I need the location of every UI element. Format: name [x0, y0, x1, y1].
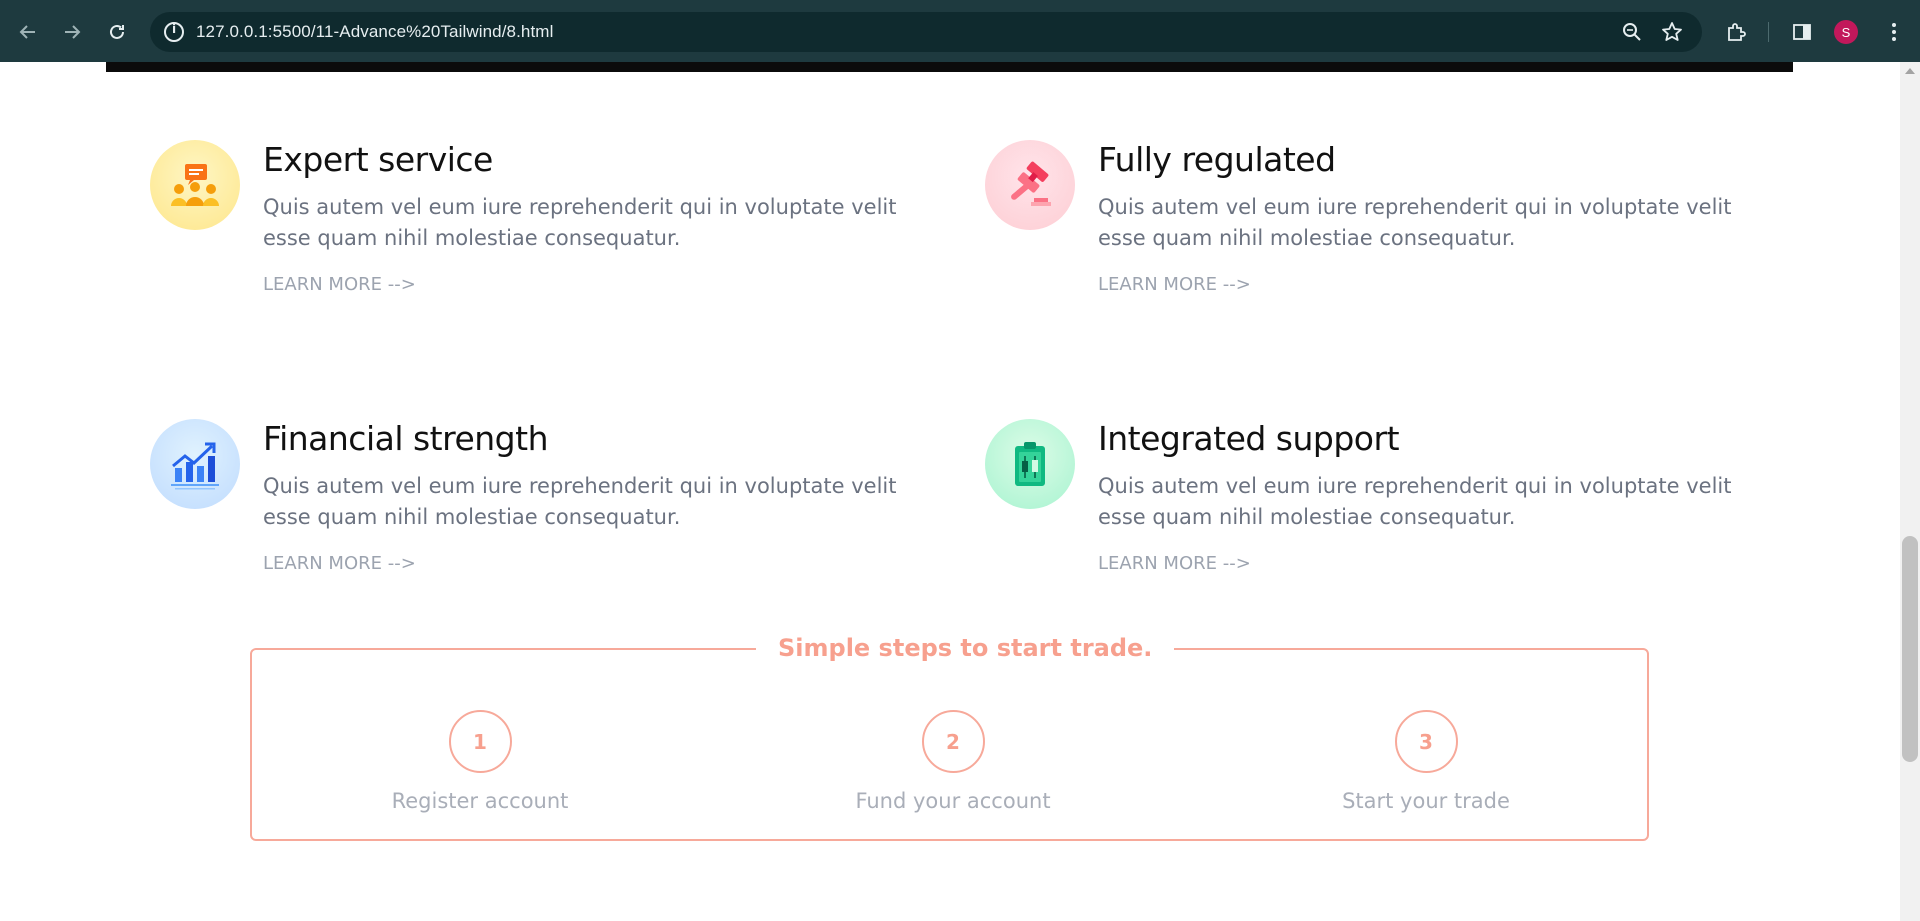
- site-info-icon[interactable]: [164, 22, 184, 42]
- address-bar[interactable]: 127.0.0.1:5500/11-Advance%20Tailwind/8.h…: [150, 12, 1702, 52]
- toolbar-divider: [1768, 22, 1769, 42]
- menu-dots-icon[interactable]: [1880, 18, 1908, 46]
- feature-title: Fully regulated: [1098, 140, 1336, 179]
- step-number: 2: [921, 710, 985, 773]
- feature-card: Expert service Quis autem vel eum iure r…: [150, 140, 896, 320]
- step-item: 1 Register account: [350, 710, 610, 813]
- browser-toolbar: 127.0.0.1:5500/11-Advance%20Tailwind/8.h…: [0, 0, 1920, 62]
- side-panel-icon[interactable]: [1788, 18, 1816, 46]
- feature-description: Quis autem vel eum iure reprehenderit qu…: [1098, 474, 1732, 529]
- clipboard-candlestick-icon: [985, 419, 1075, 509]
- extensions-icon[interactable]: [1722, 18, 1750, 46]
- feature-title: Expert service: [263, 140, 493, 179]
- scroll-up-arrow-icon[interactable]: [1905, 68, 1915, 74]
- step-label: Register account: [391, 789, 569, 813]
- step-item: 3 Start your trade: [1296, 710, 1556, 813]
- feature-card: Financial strength Quis autem vel eum iu…: [150, 419, 896, 599]
- feature-title: Integrated support: [1098, 419, 1400, 458]
- step-item: 2 Fund your account: [823, 710, 1083, 813]
- step-number: 3: [1394, 710, 1458, 773]
- feature-description: Quis autem vel eum iure reprehenderit qu…: [1098, 195, 1732, 250]
- section-top-border: [106, 62, 1793, 72]
- learn-more-link[interactable]: LEARN MORE -->: [1098, 274, 1251, 295]
- avatar[interactable]: S: [1834, 20, 1858, 44]
- learn-more-link[interactable]: LEARN MORE -->: [263, 553, 416, 574]
- forward-icon[interactable]: [58, 18, 86, 46]
- step-label: Start your trade: [1342, 789, 1510, 813]
- feature-card: Integrated support Quis autem vel eum iu…: [985, 419, 1731, 599]
- feature-card: Fully regulated Quis autem vel eum iure …: [985, 140, 1731, 320]
- bookmark-star-icon[interactable]: [1660, 20, 1684, 44]
- back-icon[interactable]: [14, 18, 42, 46]
- growth-chart-icon: [150, 419, 240, 509]
- vertical-scrollbar[interactable]: [1900, 62, 1920, 921]
- url-text[interactable]: 127.0.0.1:5500/11-Advance%20Tailwind/8.h…: [196, 22, 553, 42]
- gavel-icon: [985, 140, 1075, 230]
- learn-more-link[interactable]: LEARN MORE -->: [1098, 553, 1251, 574]
- reload-icon[interactable]: [103, 18, 131, 46]
- feature-description: Quis autem vel eum iure reprehenderit qu…: [263, 474, 897, 529]
- steps-section: Simple steps to start trade. 1 Register …: [250, 634, 1649, 841]
- step-label: Fund your account: [855, 789, 1051, 813]
- scrollbar-thumb[interactable]: [1902, 536, 1918, 762]
- page-content: Expert service Quis autem vel eum iure r…: [0, 62, 1900, 921]
- support-team-icon: [150, 140, 240, 230]
- steps-title: Simple steps to start trade.: [756, 634, 1175, 662]
- step-number: 1: [448, 710, 512, 773]
- zoom-icon[interactable]: [1620, 20, 1644, 44]
- feature-title: Financial strength: [263, 419, 549, 458]
- feature-description: Quis autem vel eum iure reprehenderit qu…: [263, 195, 897, 250]
- learn-more-link[interactable]: LEARN MORE -->: [263, 274, 416, 295]
